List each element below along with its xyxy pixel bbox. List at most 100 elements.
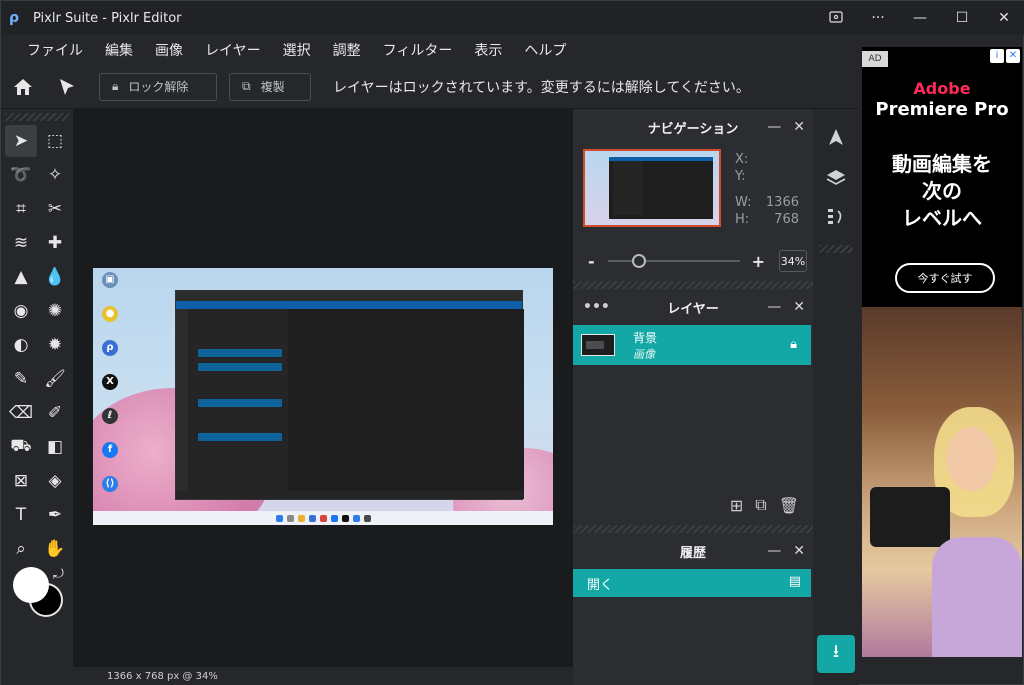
menu-view[interactable]: 表示: [474, 40, 502, 60]
text-tool-icon[interactable]: T: [5, 499, 37, 531]
panel-divider[interactable]: [573, 525, 813, 533]
options-toolbar: 🔒︎ ロック解除 ⧉ 複製 レイヤーはロックされています。変更するには解除してく…: [1, 65, 859, 109]
navigation-coordinates: X: Y: W: 1366 H: 768: [735, 151, 799, 228]
swap-colors-icon[interactable]: ⤾: [53, 567, 64, 582]
close-icon[interactable]: ✕: [983, 1, 1024, 35]
eraser-tool-icon[interactable]: ⌫: [5, 397, 37, 429]
ad-copy: 動画編集を 次の レベルへ: [862, 151, 1022, 232]
shape-tool-icon[interactable]: ◈: [39, 465, 71, 497]
desktop-icon: X: [95, 374, 125, 407]
color-swatches: ⤾: [11, 565, 67, 625]
collapse-icon[interactable]: —: [767, 119, 781, 135]
crop-tool-icon[interactable]: ⌗: [5, 193, 37, 225]
marquee-tool-icon[interactable]: ⬚: [39, 125, 71, 157]
add-layer-icon[interactable]: ⊞: [730, 496, 743, 515]
liquify-tool-icon[interactable]: ≋: [5, 227, 37, 259]
duplicate-layer-icon[interactable]: ⧉: [755, 495, 766, 515]
menu-filter[interactable]: フィルター: [383, 40, 453, 60]
pen-tool-icon[interactable]: ✎: [5, 363, 37, 395]
taskbar-icon: [297, 514, 305, 522]
zoom-input[interactable]: 34%: [779, 250, 807, 272]
collapse-icon[interactable]: —: [767, 299, 781, 315]
menu-adjust[interactable]: 調整: [333, 40, 361, 60]
eyedropper-tool-icon[interactable]: ✒: [39, 499, 71, 531]
hand-tool-icon[interactable]: ✋: [39, 533, 71, 565]
cutout-tool-icon[interactable]: ✂: [39, 193, 71, 225]
screenshot-activity-bar: [176, 309, 188, 491]
canvas-image[interactable]: ▣ ● ρ X ℓ f ⟨⟩: [93, 268, 553, 525]
ad-cta-button[interactable]: 今すぐ試す: [895, 263, 995, 293]
delete-layer-icon[interactable]: 🗑︎: [779, 496, 799, 515]
history-icon[interactable]: [813, 197, 859, 237]
navigation-panel: X: Y: W: 1366 H: 768: [573, 145, 813, 241]
zoom-out-icon[interactable]: -: [587, 252, 596, 271]
tool-grid: ➤ ⬚ ➰ ✧ ⌗ ✂ ≋ ✚ ▲ 💧 ◉ ✺ ◐ ✹ ✎ 🖌 ⌫ ✐ ⛟ ◧ ⊠ ◈ T ✒ ⌕ ✋: [1, 125, 73, 567]
ad-info-icon[interactable]: i: [990, 49, 1004, 63]
window-controls: ··· — ☐ ✕: [815, 1, 1024, 35]
w-value: 1366: [765, 195, 799, 210]
ad-copy-line: 動画編集を: [892, 152, 992, 176]
menu-select[interactable]: 選択: [283, 40, 311, 60]
menu-layer[interactable]: レイヤー: [205, 40, 261, 60]
dodge-tool-icon[interactable]: ◐: [5, 329, 37, 361]
title-bar: ρ Pixlr Suite - Pixlr Editor ··· — ☐ ✕: [1, 1, 1024, 35]
close-icon[interactable]: ✕: [793, 119, 805, 135]
home-icon[interactable]: [11, 75, 35, 99]
zoom-in-icon[interactable]: +: [752, 252, 765, 271]
advertisement[interactable]: AD i ✕ Adobe Premiere Pro 動画編集を 次の レベルへ …: [862, 47, 1022, 657]
export-button[interactable]: ⭳: [817, 635, 855, 673]
tool-palette-grip[interactable]: [5, 113, 69, 121]
canvas-area[interactable]: ▣ ● ρ X ℓ f ⟨⟩: [73, 109, 573, 667]
gradient-tool-icon[interactable]: ◧: [39, 431, 71, 463]
duplicate-button[interactable]: ⧉ 複製: [229, 72, 311, 101]
sponge-tool-icon[interactable]: ◉: [5, 295, 37, 327]
brush-tool-icon[interactable]: 🖌: [39, 363, 71, 395]
panel-divider[interactable]: [573, 281, 813, 289]
layer-item[interactable]: 背景 画像 🔒︎: [573, 325, 811, 365]
heal-tool-icon[interactable]: ✚: [39, 227, 71, 259]
pixlr-logo-icon: ρ: [9, 10, 20, 26]
app-window: ρ Pixlr Suite - Pixlr Editor ··· — ☐ ✕ フ…: [0, 0, 1024, 685]
close-icon[interactable]: ✕: [793, 299, 805, 315]
color-replace-tool-icon[interactable]: ✺: [39, 295, 71, 327]
layer-options-icon[interactable]: •••: [583, 289, 610, 325]
filter-brush-tool-icon[interactable]: ✹: [39, 329, 71, 361]
navigation-panel-controls: — ✕: [767, 109, 805, 145]
layers-icon[interactable]: [813, 157, 859, 197]
foreground-color-swatch[interactable]: [13, 567, 49, 603]
unlock-label: ロック解除: [128, 80, 189, 94]
taskbar-icon: [341, 514, 349, 522]
menu-file[interactable]: ファイル: [27, 40, 83, 60]
smudge-tool-icon[interactable]: ✐: [39, 397, 71, 429]
wand-tool-icon[interactable]: ✧: [39, 159, 71, 191]
close-icon[interactable]: ✕: [793, 543, 805, 559]
arrange-tool-icon[interactable]: ➤: [5, 125, 37, 157]
maximize-icon[interactable]: ☐: [941, 1, 983, 35]
zoom-tool-icon[interactable]: ⌕: [5, 533, 37, 565]
collapse-icon[interactable]: —: [767, 543, 781, 559]
lock-icon[interactable]: 🔒︎: [790, 337, 797, 352]
image-placeholder-tool-icon[interactable]: ⊠: [5, 465, 37, 497]
arrange-arrow-icon[interactable]: [55, 75, 79, 99]
column-grip[interactable]: [819, 245, 853, 253]
lasso-tool-icon[interactable]: ➰: [5, 159, 37, 191]
cast-icon[interactable]: [815, 1, 857, 35]
navigator-icon[interactable]: [813, 117, 859, 157]
history-item[interactable]: 開く ▤: [573, 569, 811, 597]
zoom-slider-handle[interactable]: [631, 254, 646, 268]
minimize-icon[interactable]: —: [899, 1, 941, 35]
menu-edit[interactable]: 編集: [105, 40, 133, 60]
zoom-slider[interactable]: [607, 254, 740, 268]
menu-image[interactable]: 画像: [155, 40, 183, 60]
navigation-thumbnail[interactable]: [583, 149, 721, 227]
menu-help[interactable]: ヘルプ: [524, 40, 566, 60]
more-icon[interactable]: ···: [857, 1, 899, 35]
fill-tool-icon[interactable]: ⛟: [5, 431, 37, 463]
blur-tool-icon[interactable]: 💧: [39, 261, 71, 293]
x-label: X:: [735, 152, 749, 167]
y-label: Y:: [735, 169, 746, 184]
layers-panel-header: ••• レイヤー — ✕: [573, 289, 813, 325]
ad-close-icon[interactable]: ✕: [1006, 49, 1020, 63]
unlock-button[interactable]: 🔒︎ ロック解除: [99, 72, 217, 101]
clone-tool-icon[interactable]: ▲: [5, 261, 37, 293]
